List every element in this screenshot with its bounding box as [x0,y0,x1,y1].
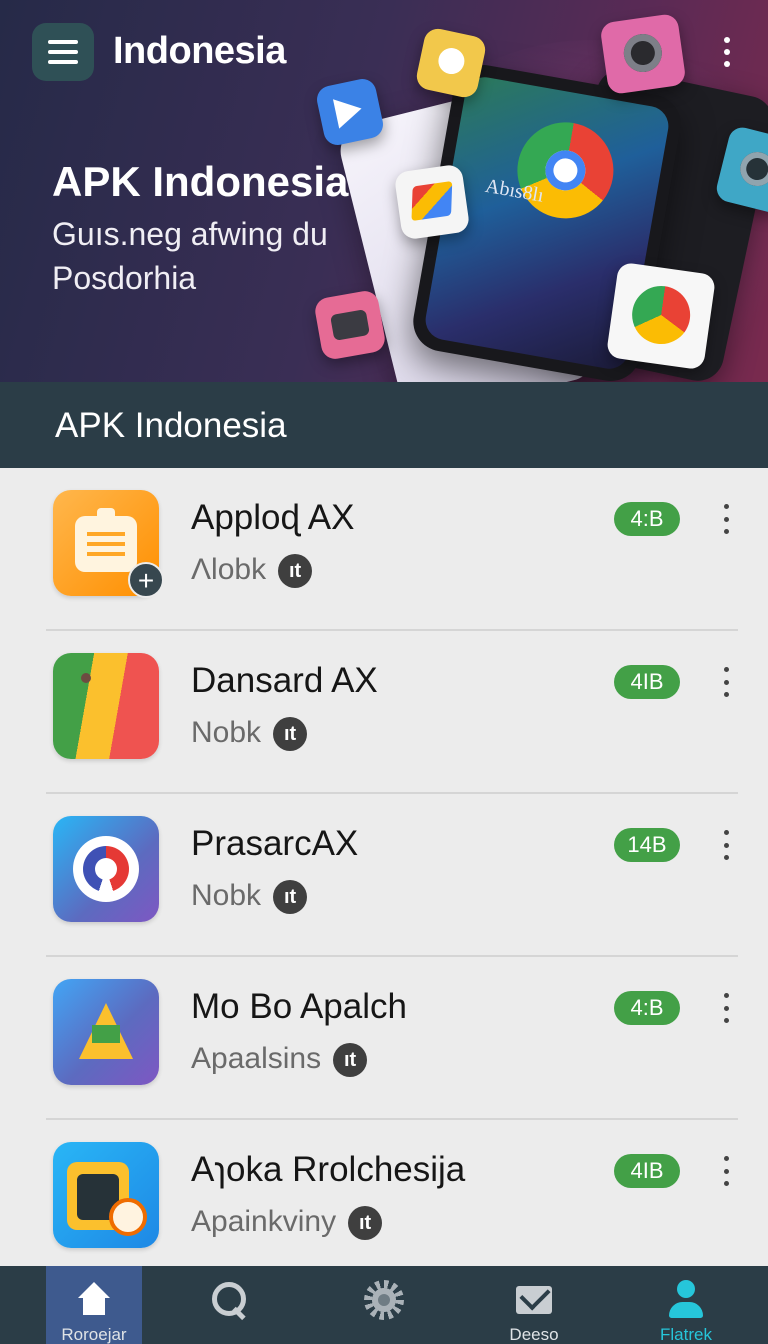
gear-icon [364,1280,404,1320]
app-subtitle: Nobk ıt [191,879,308,915]
info-badge: ıt [273,880,308,915]
hero-title: APK Indonesia [52,158,349,205]
more-vert-icon [723,504,729,509]
play-cube-icon [314,76,386,148]
item-more-button[interactable] [716,993,736,1023]
app-list: + Apploɖ AX Λlobk ıt 4:B Dansard AX Nobk ı… [0,468,768,1266]
list-item[interactable]: Dansard AX Nobk ıt 4IB [0,631,768,794]
app-subtitle: Apainkviny ıt [191,1205,383,1241]
app-subtitle: Nobk ıt [191,716,308,752]
size-badge: 4:B [614,502,680,536]
nav-home[interactable]: Roroejar [46,1266,142,1344]
info-badge: ıt [278,554,313,589]
item-more-button[interactable] [716,667,736,697]
add-icon[interactable]: + [128,562,164,598]
app-name: Apploɖ AX [191,498,355,537]
list-item[interactable]: Mo Bo Apalch Apaalsins ıt 4:B [0,957,768,1120]
more-vert-icon [724,37,730,43]
arrow-cube-icon [393,163,471,241]
app-name: PrasarcAX [191,824,359,863]
size-badge: 4IB [614,1154,680,1188]
user-icon [666,1280,706,1320]
item-more-button[interactable] [716,1156,736,1186]
letter-a-app-icon [53,979,159,1085]
item-more-button[interactable] [716,830,736,860]
hero-subtitle: Guıs.neg afwing du Posdorhia [52,216,328,296]
search-icon [208,1280,248,1320]
camera-cube-icon [599,12,687,96]
chrome-cube-icon [605,261,717,371]
nav-label: Flatrek [660,1325,712,1344]
bag-clock-app-icon [53,1142,159,1248]
more-vert-icon [723,830,729,835]
info-badge: ıt [273,717,308,752]
mail-icon [514,1280,554,1320]
more-vert-icon [723,667,729,672]
bottom-navigation: Roroejar Deeso Flatrek [0,1266,768,1344]
app-name: Aɿoka Rrolchesija [191,1150,466,1189]
home-icon [74,1280,114,1320]
list-item[interactable]: Aɿoka Rrolchesija Apainkviny ıt 4IB [0,1120,768,1266]
tag-app-icon [53,653,159,759]
menu-button[interactable] [32,23,94,81]
chat-app-icon [53,816,159,922]
section-title: APK Indonesia [55,406,287,445]
nav-messages[interactable]: Deeso [486,1266,582,1344]
tools-cube-icon [414,26,488,100]
size-badge: 14B [614,828,680,862]
size-badge: 4IB [614,665,680,699]
list-item[interactable]: PrasarcAX Nobk ıt 14B [0,794,768,957]
app-subtitle: Apaalsins ıt [191,1042,368,1078]
nav-label: Deeso [509,1325,559,1344]
browser-logo-icon [509,114,622,227]
overflow-menu-button[interactable] [712,34,742,70]
more-vert-icon [723,993,729,998]
app-name: Dansard AX [191,661,378,700]
list-item[interactable]: + Apploɖ AX Λlobk ıt 4:B [0,468,768,631]
size-badge: 4:B [614,991,680,1025]
nav-search[interactable] [180,1266,276,1344]
hero-banner: Abıs8lı Indonesia APK Indonesia Guıs.neg… [0,0,768,382]
app-subtitle: Λlobk ıt [191,553,313,589]
hamburger-icon [48,40,78,44]
app-title: Indonesia [113,30,286,72]
more-vert-icon [723,1156,729,1161]
nav-settings[interactable] [336,1266,432,1344]
info-badge: ıt [333,1043,368,1078]
nav-label: Roroejar [61,1325,127,1344]
nav-profile[interactable]: Flatrek [638,1266,734,1344]
section-header: APK Indonesia [0,382,768,468]
item-more-button[interactable] [716,504,736,534]
app-name: Mo Bo Apalch [191,987,407,1026]
info-badge: ıt [348,1206,383,1241]
